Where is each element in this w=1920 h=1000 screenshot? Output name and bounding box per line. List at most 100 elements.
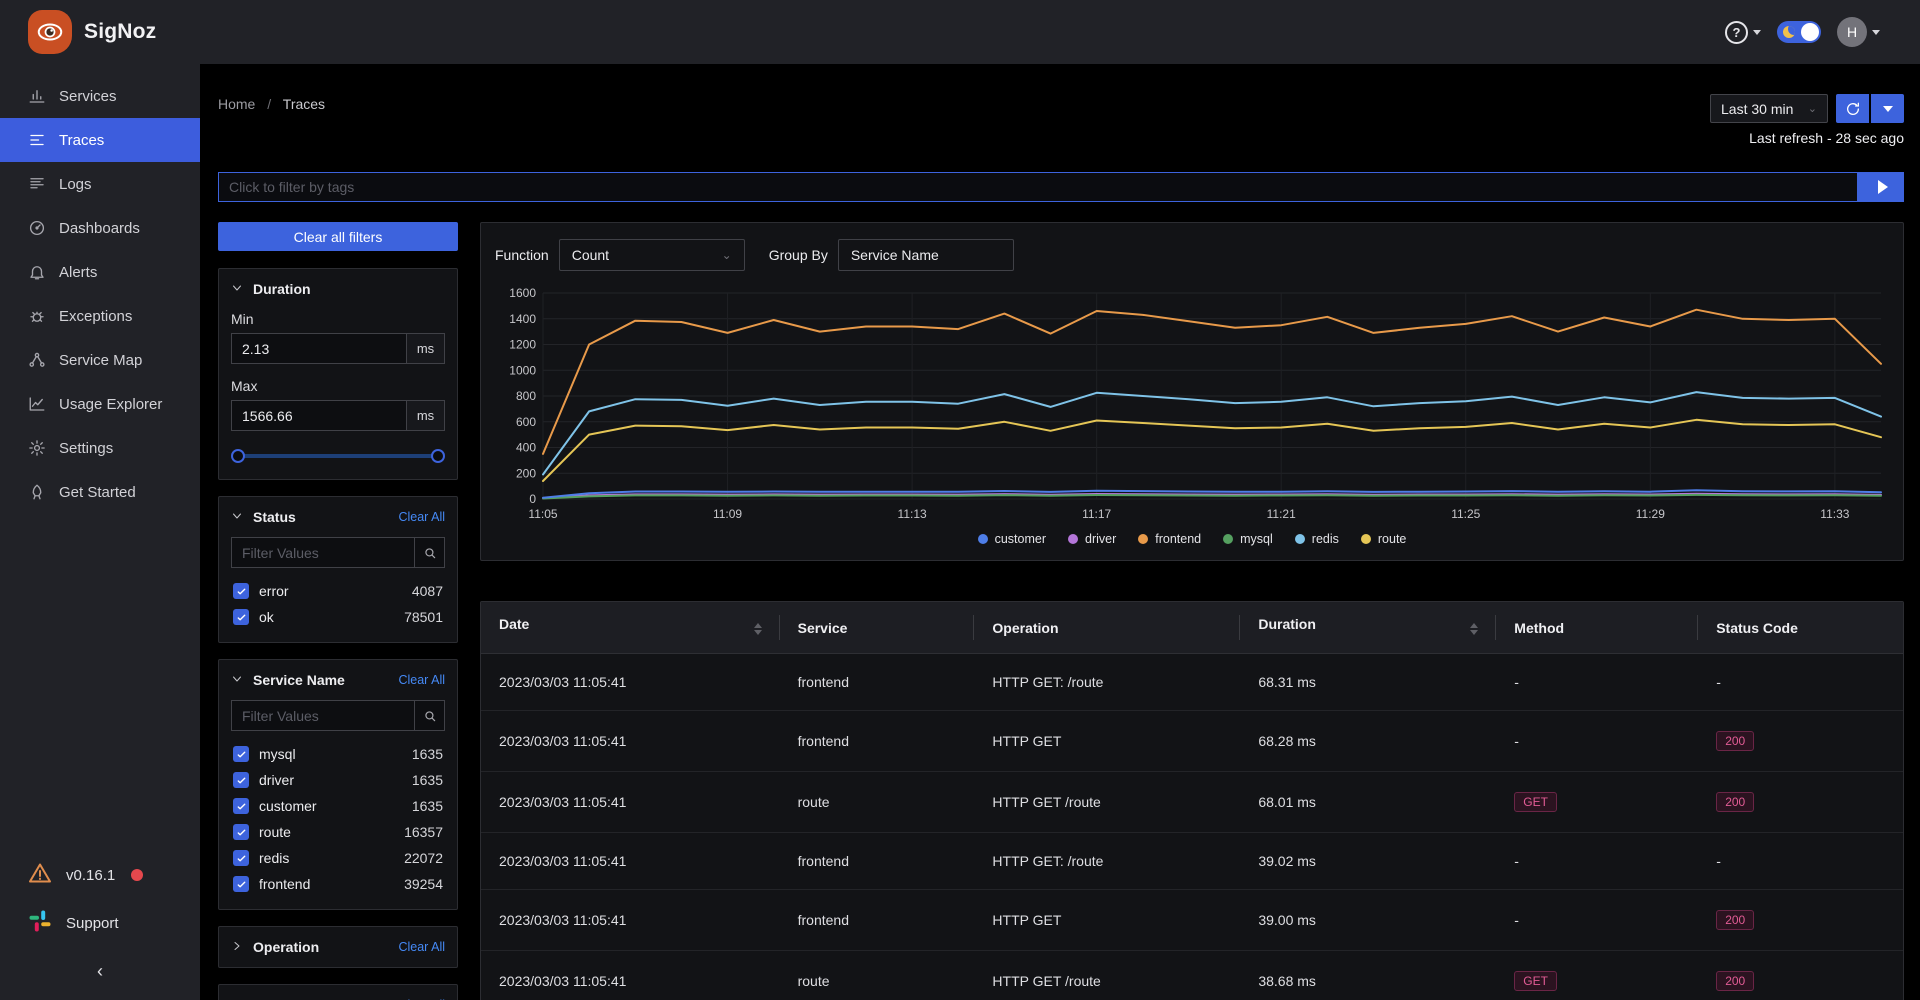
- sidebar-item-settings[interactable]: Settings: [0, 426, 200, 470]
- clear-all-filters-button[interactable]: Clear all filters: [218, 222, 458, 251]
- time-range-select[interactable]: Last 30 min ⌄: [1710, 94, 1828, 123]
- rocket-icon: [28, 483, 46, 501]
- legend-item-driver[interactable]: driver: [1068, 532, 1116, 546]
- tag-filter-input[interactable]: [218, 172, 1858, 202]
- status-section-header[interactable]: Status Clear All: [231, 509, 445, 525]
- cell-operation: HTTP GET: /route: [974, 832, 1241, 890]
- column-header-duration[interactable]: Duration: [1240, 602, 1497, 654]
- table-row[interactable]: 2023/03/03 11:05:41 frontend HTTP GET 39.00…: [481, 889, 1903, 951]
- slider-max-handle[interactable]: [431, 449, 445, 463]
- breadcrumb-home[interactable]: Home: [218, 96, 255, 112]
- slider-min-handle[interactable]: [231, 449, 245, 463]
- duration-min-input[interactable]: [231, 333, 407, 364]
- column-header-service[interactable]: Service: [779, 602, 975, 654]
- cell-method: -: [1496, 653, 1699, 711]
- checkbox-checked-icon[interactable]: [233, 824, 249, 840]
- sidebar-item-usage-explorer[interactable]: Usage Explorer: [0, 382, 200, 426]
- play-icon: [1877, 180, 1888, 194]
- cell-method: -: [1496, 710, 1699, 772]
- service-name-section-header[interactable]: Service Name Clear All: [231, 672, 445, 688]
- status-option-ok[interactable]: ok 78501: [231, 604, 445, 630]
- search-button[interactable]: [415, 537, 445, 568]
- sidebar-footer: v0.16.1 Support ‹: [0, 851, 200, 988]
- service-option-route[interactable]: route 16357: [231, 819, 445, 845]
- operation-clear-all-link[interactable]: Clear All: [398, 940, 445, 954]
- function-select[interactable]: Count ⌄: [558, 239, 745, 271]
- service-filter-input[interactable]: [231, 700, 415, 731]
- checkbox-checked-icon[interactable]: [233, 609, 249, 625]
- table-row[interactable]: 2023/03/03 11:05:41 route HTTP GET /route 6…: [481, 771, 1903, 833]
- status-filter-input[interactable]: [231, 537, 415, 568]
- checkbox-checked-icon[interactable]: [233, 583, 249, 599]
- service-option-frontend[interactable]: frontend 39254: [231, 871, 445, 897]
- column-header-status-code[interactable]: Status Code: [1698, 602, 1903, 654]
- service-option-mysql[interactable]: mysql 1635: [231, 741, 445, 767]
- help-menu[interactable]: ?: [1725, 20, 1761, 44]
- refresh-button[interactable]: [1836, 94, 1869, 123]
- sort-icon[interactable]: [1470, 619, 1479, 639]
- version-row[interactable]: v0.16.1: [0, 851, 200, 899]
- sidebar-nav: Services Traces Logs Dashboards Alerts Except…: [0, 64, 200, 514]
- traces-main-column: Function Count ⌄ Group By Service Name 0…: [480, 222, 1904, 1000]
- option-label: driver: [259, 772, 295, 788]
- refresh-options-button[interactable]: [1871, 94, 1904, 123]
- checkbox-checked-icon[interactable]: [233, 772, 249, 788]
- group-by-label: Group By: [768, 247, 828, 263]
- run-filter-button[interactable]: [1858, 172, 1904, 202]
- legend-item-customer[interactable]: customer: [977, 532, 1046, 546]
- support-row[interactable]: Support: [0, 899, 200, 947]
- filters-panel: Clear all filters Duration Min ms Max: [218, 222, 458, 1000]
- legend-item-frontend[interactable]: frontend: [1138, 532, 1201, 546]
- sidebar-item-logs[interactable]: Logs: [0, 162, 200, 206]
- service-option-redis[interactable]: redis 22072: [231, 845, 445, 871]
- option-label: mysql: [259, 746, 296, 762]
- column-header-method[interactable]: Method: [1496, 602, 1699, 654]
- operation-section-header[interactable]: Operation Clear All: [231, 939, 445, 955]
- table-row[interactable]: 2023/03/03 11:05:41 route HTTP GET /route 3…: [481, 950, 1903, 1000]
- theme-toggle[interactable]: [1777, 21, 1821, 43]
- brand-logo[interactable]: SigNoz: [28, 10, 156, 54]
- method-tag: GET: [1514, 792, 1557, 812]
- cell-service: frontend: [779, 889, 975, 951]
- service-option-customer[interactable]: customer 1635: [231, 793, 445, 819]
- bug-icon: [28, 307, 46, 325]
- checkbox-checked-icon[interactable]: [233, 850, 249, 866]
- legend-label: customer: [994, 532, 1046, 546]
- help-icon: ?: [1725, 20, 1748, 44]
- sidebar-item-services[interactable]: Services: [0, 74, 200, 118]
- group-by-select[interactable]: Service Name: [837, 239, 1014, 271]
- legend-item-route[interactable]: route: [1360, 532, 1406, 546]
- search-button[interactable]: [415, 700, 445, 731]
- status-option-error[interactable]: error 4087: [231, 578, 445, 604]
- table-row[interactable]: 2023/03/03 11:05:41 frontend HTTP GET: /ro…: [481, 653, 1903, 711]
- chevron-down-icon: [231, 281, 243, 297]
- checkbox-checked-icon[interactable]: [233, 798, 249, 814]
- sidebar-item-service-map[interactable]: Service Map: [0, 338, 200, 382]
- column-header-date[interactable]: Date: [481, 602, 780, 654]
- sidebar-collapse-button[interactable]: ‹: [0, 947, 200, 988]
- service-option-driver[interactable]: driver 1635: [231, 767, 445, 793]
- slider-track: [233, 454, 443, 458]
- svg-text:11:13: 11:13: [898, 507, 927, 521]
- sidebar-item-get-started[interactable]: Get Started: [0, 470, 200, 514]
- sidebar-item-traces[interactable]: Traces: [0, 118, 200, 162]
- sidebar-item-alerts[interactable]: Alerts: [0, 250, 200, 294]
- checkbox-checked-icon[interactable]: [233, 876, 249, 892]
- user-menu[interactable]: H: [1837, 17, 1880, 47]
- table-row[interactable]: 2023/03/03 11:05:41 frontend HTTP GET 68.28…: [481, 710, 1903, 772]
- table-row[interactable]: 2023/03/03 11:05:41 frontend HTTP GET: /ro…: [481, 832, 1903, 890]
- column-header-operation[interactable]: Operation: [974, 602, 1241, 654]
- duration-max-input[interactable]: [231, 400, 407, 431]
- legend-item-redis[interactable]: redis: [1294, 532, 1339, 546]
- legend-item-mysql[interactable]: mysql: [1223, 532, 1273, 546]
- sidebar-item-exceptions[interactable]: Exceptions: [0, 294, 200, 338]
- service-clear-all-link[interactable]: Clear All: [398, 673, 445, 687]
- sort-icon[interactable]: [753, 619, 762, 639]
- checkbox-checked-icon[interactable]: [233, 746, 249, 762]
- log-lines-icon: [28, 175, 46, 193]
- duration-section-header[interactable]: Duration: [231, 281, 445, 297]
- max-label: Max: [231, 378, 258, 394]
- toggle-knob: [1801, 23, 1819, 41]
- sidebar-item-dashboards[interactable]: Dashboards: [0, 206, 200, 250]
- status-clear-all-link[interactable]: Clear All: [398, 510, 445, 524]
